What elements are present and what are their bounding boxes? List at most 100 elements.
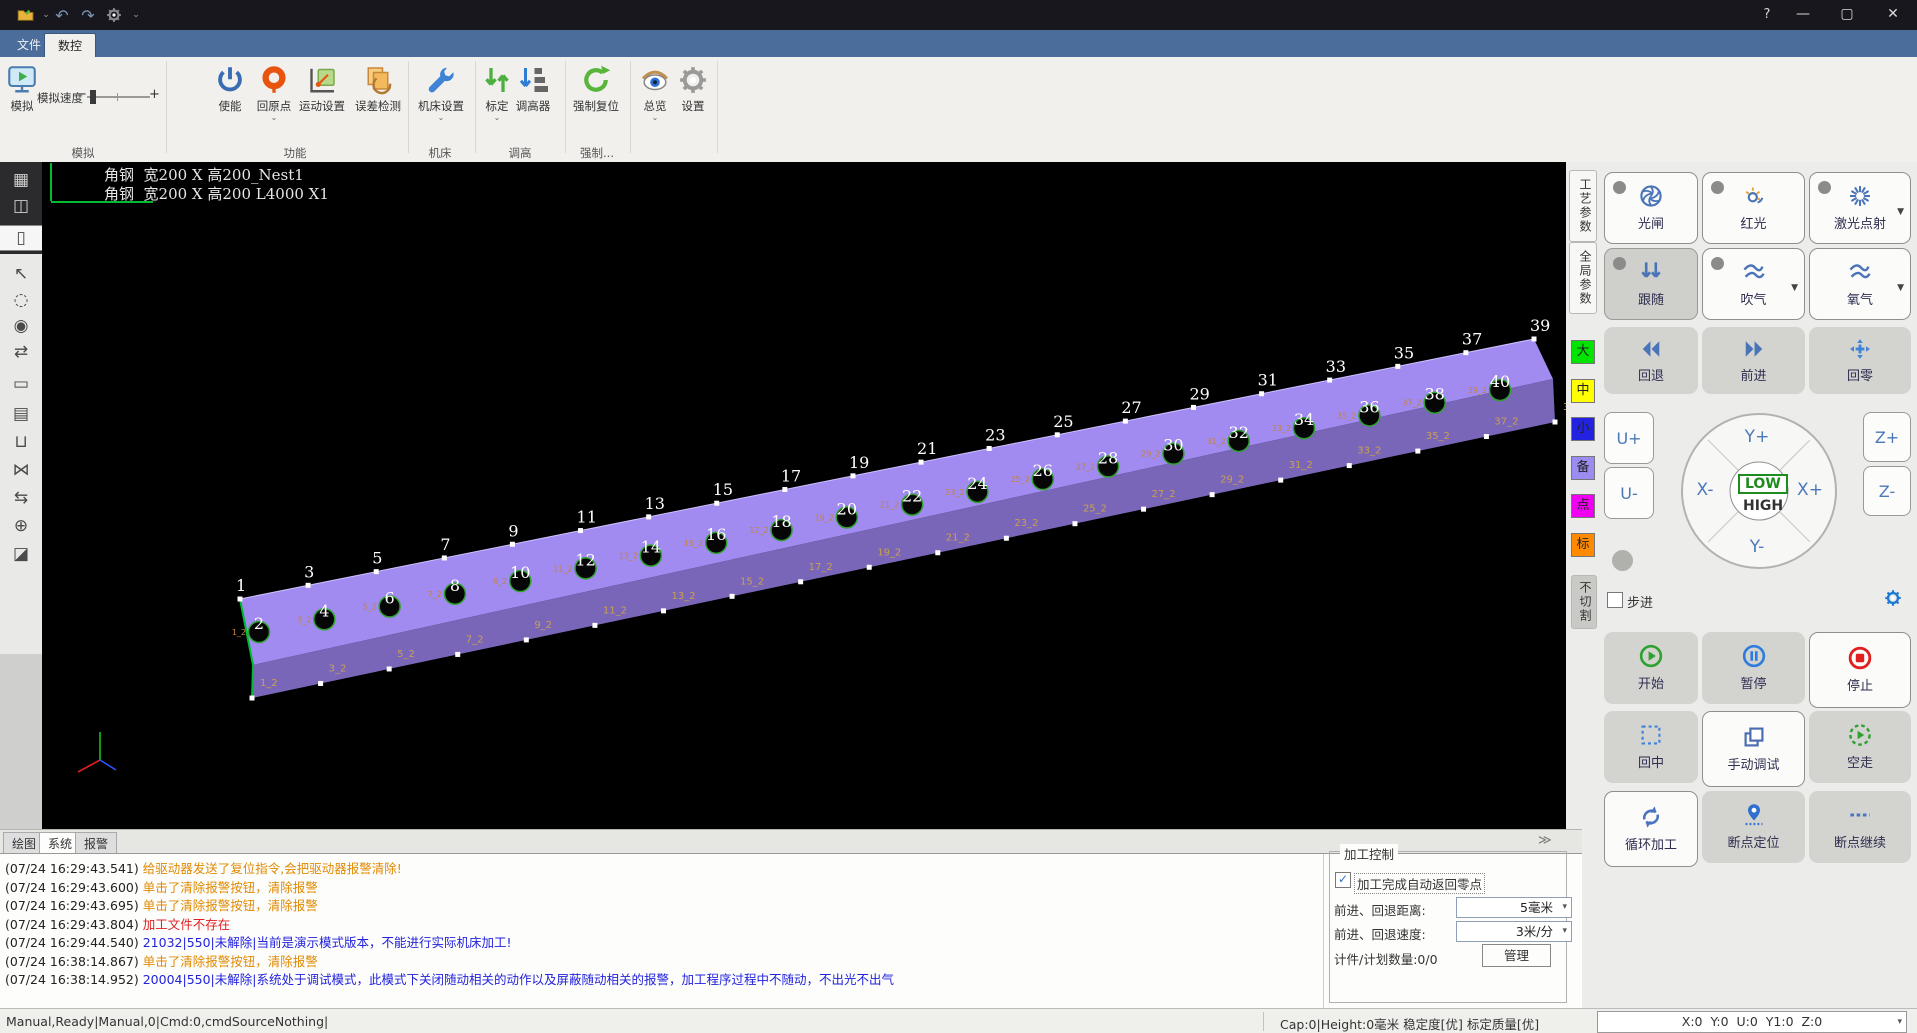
close-button[interactable]: ✕	[1876, 0, 1910, 28]
rectangle-icon[interactable]: ▭	[0, 372, 42, 396]
ribbon-group-label: 调高	[509, 145, 532, 161]
wrench-icon	[426, 65, 456, 95]
undo-icon[interactable]: ↶	[52, 5, 72, 25]
circle-tool-icon[interactable]: ◉	[0, 314, 42, 338]
eraser-icon[interactable]: ◪	[0, 542, 42, 566]
jog-z-minus-button[interactable]: Z-	[1863, 466, 1911, 516]
sim-speed-slider-handle[interactable]	[90, 90, 96, 104]
toggle-wind-4[interactable]: 吹气▼	[1702, 248, 1805, 320]
log-expand-icon[interactable]: ≫	[1538, 833, 1552, 848]
jog-u-plus-button[interactable]: U+	[1604, 412, 1654, 464]
log-tab-alarm[interactable]: 报警	[75, 832, 117, 855]
dashes-icon[interactable]: ▤	[0, 402, 42, 426]
ribbon-button-wrench[interactable]: 机床设置⌄	[411, 65, 471, 121]
svg-text:16: 16	[706, 525, 726, 544]
retreat-distance-select[interactable]: 5毫米	[1456, 897, 1572, 918]
tab-global-params[interactable]: 全局参数	[1569, 242, 1597, 314]
retreat-speed-label: 前进、回退速度:	[1334, 924, 1426, 943]
ribbon-button-motion[interactable]: 运动设置	[292, 65, 352, 114]
merge-arrows-icon[interactable]: ⇄	[0, 340, 42, 364]
measure-icon[interactable]: ▯	[0, 226, 42, 250]
minimize-button[interactable]: —	[1786, 0, 1820, 28]
jog-u-minus-button[interactable]: U-	[1604, 467, 1654, 519]
sim-speed-slider-track[interactable]	[87, 96, 150, 98]
toggle-aperture-0[interactable]: 光闸	[1604, 172, 1698, 244]
manage-button[interactable]: 管理	[1482, 944, 1551, 967]
auto-return-checkbox[interactable]: ✓	[1335, 872, 1351, 888]
control-dashline-button[interactable]: 断点继续	[1809, 791, 1911, 863]
jog-z-plus-button[interactable]: Z+	[1863, 412, 1911, 462]
jog-x-plus-button[interactable]: X+	[1797, 480, 1823, 500]
simulate-button[interactable]: 模拟	[4, 65, 40, 114]
auto-return-label[interactable]: 加工完成自动返回零点	[1354, 873, 1485, 894]
sim-speed-plus[interactable]: +	[149, 87, 160, 102]
toggle-sun-1[interactable]: 红光	[1702, 172, 1805, 244]
step-checkbox[interactable]	[1607, 592, 1623, 608]
cursor-icon[interactable]: ↖	[0, 262, 42, 286]
dropdown-caret-icon[interactable]: ⌄	[652, 114, 659, 121]
align-split-icon[interactable]: ⇆	[0, 486, 42, 510]
toggle-wind-5[interactable]: 氧气▼	[1809, 248, 1911, 320]
indicator-dot	[1818, 181, 1831, 194]
tab-no-cut[interactable]: 不切割	[1571, 575, 1597, 629]
control-loop-button[interactable]: 循环加工	[1604, 791, 1698, 867]
layer-swatch-1[interactable]: 大	[1571, 340, 1595, 364]
open-file-icon[interactable]	[16, 5, 36, 25]
help-button[interactable]: ?	[1750, 0, 1784, 28]
jog-x-minus-button[interactable]: X-	[1697, 480, 1714, 500]
motion-fwd-button[interactable]: 前进	[1702, 327, 1805, 394]
control-pin-button[interactable]: 断点定位	[1702, 791, 1805, 863]
control-dashplay-button[interactable]: 空走	[1809, 711, 1911, 783]
motion-rew-button[interactable]: 回退	[1604, 327, 1698, 394]
svg-text:19_2: 19_2	[815, 513, 834, 522]
redo-icon[interactable]: ↷	[78, 5, 98, 25]
dropdown-caret-icon[interactable]: ▼	[1791, 283, 1798, 293]
dropdown-caret-icon[interactable]: ⌄	[494, 114, 501, 121]
ribbon-button-err[interactable]: 误差检测	[348, 65, 408, 114]
svg-text:19_2: 19_2	[877, 547, 901, 558]
jog-speed-low-toggle[interactable]: LOW	[1738, 474, 1788, 494]
maximize-button[interactable]: ▢	[1830, 0, 1864, 28]
tab-nc[interactable]: 数控	[44, 33, 96, 58]
toggle-burst-2[interactable]: 激光点射▼	[1809, 172, 1911, 244]
layer-swatch-3[interactable]: 小	[1571, 417, 1595, 441]
clamp-icon[interactable]: ⊔	[0, 430, 42, 454]
jog-y-minus-button[interactable]: Y-	[1750, 537, 1765, 557]
layer-swatch-6[interactable]: 标	[1571, 533, 1595, 557]
dropdown-caret-icon[interactable]: ⌄	[271, 114, 278, 121]
ribbon-button-reset[interactable]: 强制复位	[566, 65, 626, 114]
retreat-speed-select[interactable]: 3米/分	[1456, 921, 1572, 942]
move-cross-icon[interactable]: ⊕	[0, 514, 42, 538]
control-pause-button[interactable]: 暂停	[1702, 632, 1805, 704]
mirror-icon[interactable]: ⋈	[0, 458, 42, 482]
ribbon-button-gear[interactable]: 设置	[663, 65, 723, 114]
dropdown-caret-icon[interactable]: ▼	[1897, 283, 1904, 293]
dropdown-caret-icon[interactable]: ▼	[1897, 207, 1904, 217]
motion-movecross-button[interactable]: 回零	[1809, 327, 1911, 394]
dashed-circle-icon[interactable]: ◌	[0, 288, 42, 312]
cube-3d-icon[interactable]: ◫	[0, 194, 42, 218]
control-play-button[interactable]: 开始	[1604, 632, 1698, 704]
ribbon-button-height[interactable]: 调高器	[503, 65, 563, 114]
control-layers2-button[interactable]: 手动调试	[1702, 711, 1805, 787]
layer-swatch-5[interactable]: 点	[1571, 494, 1595, 518]
layer-swatch-4[interactable]: 备	[1571, 456, 1595, 480]
status-coords-select[interactable]: X:0 Y:0 U:0 Y1:0 Z:0 ▾	[1597, 1011, 1907, 1033]
svg-text:3_2: 3_2	[329, 663, 347, 674]
jog-settings-gear-icon[interactable]	[1884, 589, 1902, 607]
toggle-arr2down-3[interactable]: 跟随	[1604, 248, 1698, 320]
viewport-3d[interactable]: 角钢 宽200 X 高200_Nest1 角钢 宽200 X 高200 L400…	[42, 162, 1566, 829]
layer-swatch-2[interactable]: 中	[1571, 379, 1595, 403]
settings-gear-icon[interactable]	[104, 5, 124, 25]
viewport-corner-mark-v	[50, 163, 52, 201]
jog-y-plus-button[interactable]: Y+	[1745, 427, 1770, 447]
tab-process-params[interactable]: 工艺参数	[1569, 170, 1597, 242]
gear-dropdown-icon[interactable]: ⌄	[126, 5, 146, 25]
dropdown-caret-icon[interactable]: ⌄	[438, 114, 445, 121]
jog-speed-high-toggle[interactable]: HIGH	[1743, 498, 1783, 514]
grid-view-icon[interactable]: ▦	[0, 168, 42, 192]
log-line: (07/24 16:29:43.804) 加工文件不存在	[5, 914, 230, 933]
control-dashrect-button[interactable]: 回中	[1604, 711, 1698, 783]
control-stop-button[interactable]: 停止	[1809, 632, 1911, 708]
sim-speed-minus[interactable]: −	[76, 87, 87, 102]
